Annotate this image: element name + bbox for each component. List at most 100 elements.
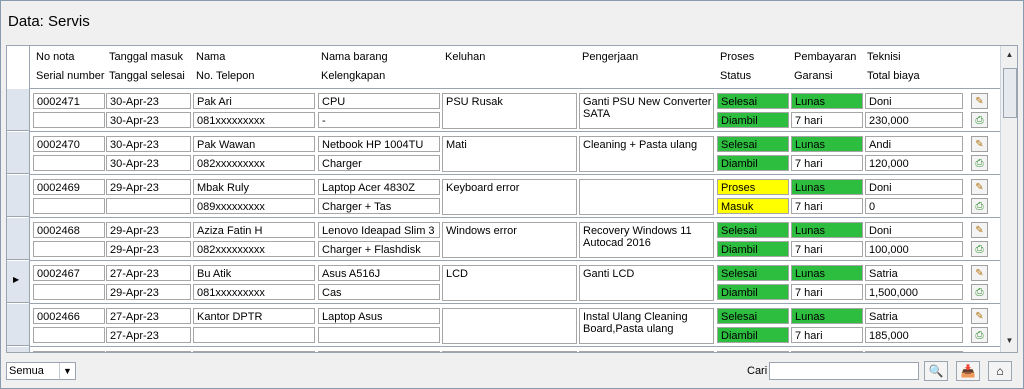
total-cell[interactable]: 120,000 (865, 155, 963, 171)
kelengkapan-cell[interactable]: Charger + Flashdisk (318, 241, 440, 257)
pengerjaan-cell[interactable]: Ganti PSU New Converter SATA (579, 93, 714, 129)
filter-select[interactable]: Semua ▼ (6, 362, 76, 380)
pengerjaan-cell[interactable] (579, 351, 714, 352)
telepon-cell[interactable] (193, 327, 315, 343)
record-selector[interactable] (7, 89, 29, 131)
nama-cell[interactable]: Pak Ari (193, 93, 315, 109)
serial-cell[interactable] (33, 198, 105, 214)
kelengkapan-cell[interactable]: - (318, 112, 440, 128)
pembayaran-cell[interactable]: Lunas (791, 93, 863, 109)
garansi-cell[interactable]: 7 hari (791, 284, 863, 300)
total-cell[interactable]: 0 (865, 198, 963, 214)
tgl-selesai-cell[interactable]: 29-Apr-23 (106, 241, 191, 257)
garansi-cell[interactable]: 7 hari (791, 155, 863, 171)
print-button[interactable]: ⎙ (971, 155, 988, 171)
keluhan-cell[interactable]: PSU Rusak (442, 93, 577, 129)
tgl-masuk-cell[interactable]: 30-Apr-23 (106, 136, 191, 152)
pembayaran-cell[interactable]: Lunas (791, 179, 863, 195)
proses-cell[interactable]: Selesai (717, 222, 789, 238)
serial-cell[interactable] (33, 155, 105, 171)
status-cell[interactable]: Diambil (717, 241, 789, 257)
chevron-down-icon[interactable]: ▼ (59, 363, 75, 379)
tgl-masuk-cell[interactable]: 27-Apr-23 (106, 265, 191, 281)
record-selector[interactable] (7, 304, 29, 346)
keluhan-cell[interactable]: Mati (442, 136, 577, 172)
total-cell[interactable]: 185,000 (865, 327, 963, 343)
add-record-button[interactable]: 📥 (956, 361, 980, 381)
keluhan-cell[interactable]: Keyboard error (442, 179, 577, 215)
kelengkapan-cell[interactable] (318, 327, 440, 343)
vertical-scrollbar[interactable]: ▲ ▼ (1000, 46, 1017, 352)
nama-cell[interactable]: Mbak Ruly (193, 179, 315, 195)
nota-cell[interactable]: 0002470 (33, 136, 105, 152)
edit-button[interactable]: ✎ (971, 222, 988, 238)
telepon-cell[interactable]: 081xxxxxxxxx (193, 284, 315, 300)
print-button[interactable]: ⎙ (971, 327, 988, 343)
search-button[interactable]: 🔍 (924, 361, 948, 381)
tgl-selesai-cell[interactable] (106, 198, 191, 214)
record-selector[interactable] (7, 132, 29, 174)
tgl-masuk-cell[interactable]: 27-Apr-23 (106, 308, 191, 324)
tgl-masuk-cell[interactable]: 29-Apr-23 (106, 179, 191, 195)
barang-cell[interactable]: Laptop Asus (318, 308, 440, 324)
pembayaran-cell[interactable]: Lunas (791, 265, 863, 281)
home-button[interactable]: ⌂ (988, 361, 1012, 381)
print-button[interactable]: ⎙ (971, 284, 988, 300)
edit-button[interactable]: ✎ (971, 179, 988, 195)
search-input[interactable] (769, 362, 919, 380)
nama-cell[interactable] (193, 351, 315, 352)
tgl-selesai-cell[interactable]: 30-Apr-23 (106, 112, 191, 128)
serial-cell[interactable] (33, 327, 105, 343)
total-cell[interactable]: 230,000 (865, 112, 963, 128)
telepon-cell[interactable]: 081xxxxxxxxx (193, 112, 315, 128)
nota-cell[interactable]: 0002471 (33, 93, 105, 109)
nota-cell[interactable] (33, 351, 105, 352)
teknisi-cell[interactable]: Doni (865, 179, 963, 195)
teknisi-cell[interactable]: Satria (865, 265, 963, 281)
pembayaran-cell[interactable]: Lunas (791, 136, 863, 152)
nama-cell[interactable]: Bu Atik (193, 265, 315, 281)
keluhan-cell[interactable]: Windows error (442, 222, 577, 258)
nama-cell[interactable]: Pak Wawan (193, 136, 315, 152)
telepon-cell[interactable]: 082xxxxxxxxx (193, 155, 315, 171)
pembayaran-cell[interactable]: Lunas (791, 308, 863, 324)
pengerjaan-cell[interactable]: Cleaning + Pasta ulang (579, 136, 714, 172)
teknisi-cell[interactable]: Andi (865, 136, 963, 152)
tgl-masuk-cell[interactable]: 30-Apr-23 (106, 93, 191, 109)
nota-cell[interactable]: 0002469 (33, 179, 105, 195)
status-cell[interactable]: Masuk (717, 198, 789, 214)
pengerjaan-cell[interactable]: Instal Ulang Cleaning Board,Pasta ulang (579, 308, 714, 344)
status-cell[interactable]: Diambil (717, 112, 789, 128)
proses-cell[interactable]: Selesai (717, 265, 789, 281)
print-button[interactable]: ⎙ (971, 112, 988, 128)
edit-button[interactable]: ✎ (971, 265, 988, 281)
barang-cell[interactable] (318, 351, 440, 352)
edit-button[interactable]: ✎ (971, 93, 988, 109)
total-cell[interactable]: 100,000 (865, 241, 963, 257)
scroll-down-arrow-icon[interactable]: ▼ (1003, 336, 1016, 350)
teknisi-cell[interactable]: Satria (865, 308, 963, 324)
keluhan-cell[interactable]: LCD (442, 265, 577, 301)
telepon-cell[interactable]: 082xxxxxxxxx (193, 241, 315, 257)
proses-cell[interactable]: Proses (717, 179, 789, 195)
print-button[interactable]: ⎙ (971, 241, 988, 257)
barang-cell[interactable]: Lenovo Ideapad Slim 3 (318, 222, 440, 238)
barang-cell[interactable]: CPU (318, 93, 440, 109)
status-cell[interactable]: Diambil (717, 327, 789, 343)
record-selector[interactable] (7, 218, 29, 260)
status-cell[interactable]: Diambil (717, 155, 789, 171)
serial-cell[interactable] (33, 112, 105, 128)
total-cell[interactable]: 1,500,000 (865, 284, 963, 300)
tgl-masuk-cell[interactable] (106, 351, 191, 352)
garansi-cell[interactable]: 7 hari (791, 241, 863, 257)
record-selector[interactable]: ▶ (7, 261, 29, 303)
pengerjaan-cell[interactable] (579, 179, 714, 215)
pembayaran-cell[interactable] (791, 351, 863, 352)
tgl-selesai-cell[interactable]: 29-Apr-23 (106, 284, 191, 300)
serial-cell[interactable] (33, 284, 105, 300)
tgl-masuk-cell[interactable]: 29-Apr-23 (106, 222, 191, 238)
barang-cell[interactable]: Netbook HP 1004TU (318, 136, 440, 152)
teknisi-cell[interactable]: Doni (865, 222, 963, 238)
edit-button[interactable]: ✎ (971, 136, 988, 152)
nota-cell[interactable]: 0002466 (33, 308, 105, 324)
